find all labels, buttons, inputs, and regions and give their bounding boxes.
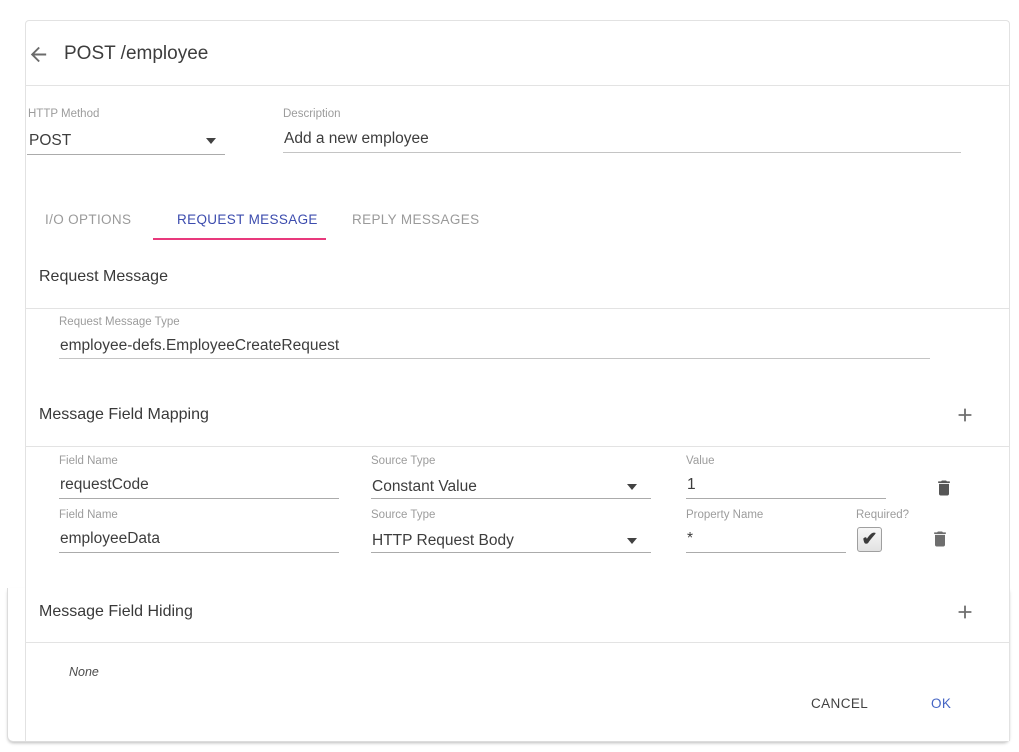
field-hiding-heading: Message Field Hiding xyxy=(39,603,193,621)
value-input[interactable]: 1 xyxy=(687,476,696,494)
description-input[interactable]: Add a new employee xyxy=(284,130,429,148)
value-underline xyxy=(686,498,886,499)
field-hiding-empty-text: None xyxy=(69,665,99,679)
trash-icon xyxy=(934,477,954,499)
required-label: Required? xyxy=(856,509,909,521)
arrow-left-icon xyxy=(27,43,50,66)
field-mapping-heading: Message Field Mapping xyxy=(39,406,209,424)
plus-icon xyxy=(954,601,976,623)
source-type-underline xyxy=(371,498,651,499)
description-label: Description xyxy=(283,108,341,120)
source-type-label: Source Type xyxy=(371,509,435,521)
trash-icon xyxy=(930,528,950,550)
field-name-underline xyxy=(59,552,339,553)
request-message-heading: Request Message xyxy=(39,268,168,286)
chevron-down-icon[interactable] xyxy=(627,484,637,490)
property-name-label: Property Name xyxy=(686,509,763,521)
tab-reply-messages[interactable]: REPLY MESSAGES xyxy=(352,212,479,227)
description-underline xyxy=(283,152,961,153)
http-method-underline xyxy=(27,154,225,155)
request-message-type-input[interactable]: employee-defs.EmployeeCreateRequest xyxy=(60,337,339,355)
chevron-down-icon[interactable] xyxy=(206,138,216,144)
active-tab-indicator xyxy=(153,238,326,240)
field-name-label: Field Name xyxy=(59,455,118,467)
delete-row-button[interactable] xyxy=(934,477,954,499)
endpoint-editor-dialog: POST /employee HTTP Method POST Descript… xyxy=(0,0,1019,752)
add-field-hiding-button[interactable] xyxy=(954,601,976,623)
property-name-input[interactable]: * xyxy=(687,530,693,548)
request-message-type-underline xyxy=(59,358,930,359)
request-message-divider xyxy=(25,308,1009,309)
page-title: POST /employee xyxy=(64,43,208,65)
field-name-input[interactable]: requestCode xyxy=(60,476,149,494)
source-type-label: Source Type xyxy=(371,455,435,467)
tab-request-message[interactable]: REQUEST MESSAGE xyxy=(177,212,318,227)
value-label: Value xyxy=(686,455,715,467)
required-checkbox[interactable]: ✔ xyxy=(857,527,882,552)
add-field-mapping-button[interactable] xyxy=(954,404,976,426)
back-button[interactable] xyxy=(27,43,50,66)
field-hiding-divider xyxy=(25,642,1009,643)
property-name-underline xyxy=(686,552,846,553)
field-name-underline xyxy=(59,498,339,499)
dialog-card xyxy=(25,20,1010,741)
field-name-input[interactable]: employeeData xyxy=(60,530,160,548)
chevron-down-icon[interactable] xyxy=(627,538,637,544)
field-name-label: Field Name xyxy=(59,509,118,521)
source-type-underline xyxy=(371,552,651,553)
plus-icon xyxy=(954,404,976,426)
source-type-select[interactable]: Constant Value xyxy=(372,478,477,496)
header-divider xyxy=(25,85,1009,86)
field-mapping-divider xyxy=(25,446,1009,447)
request-message-type-label: Request Message Type xyxy=(59,316,180,328)
cancel-button[interactable]: CANCEL xyxy=(811,696,868,711)
delete-row-button[interactable] xyxy=(930,528,950,550)
source-type-select[interactable]: HTTP Request Body xyxy=(372,532,514,550)
http-method-select[interactable]: POST xyxy=(29,132,71,150)
tab-io-options[interactable]: I/O OPTIONS xyxy=(45,212,131,227)
checkmark-icon: ✔ xyxy=(862,529,878,550)
ok-button[interactable]: OK xyxy=(931,696,951,711)
http-method-label: HTTP Method xyxy=(28,108,99,120)
